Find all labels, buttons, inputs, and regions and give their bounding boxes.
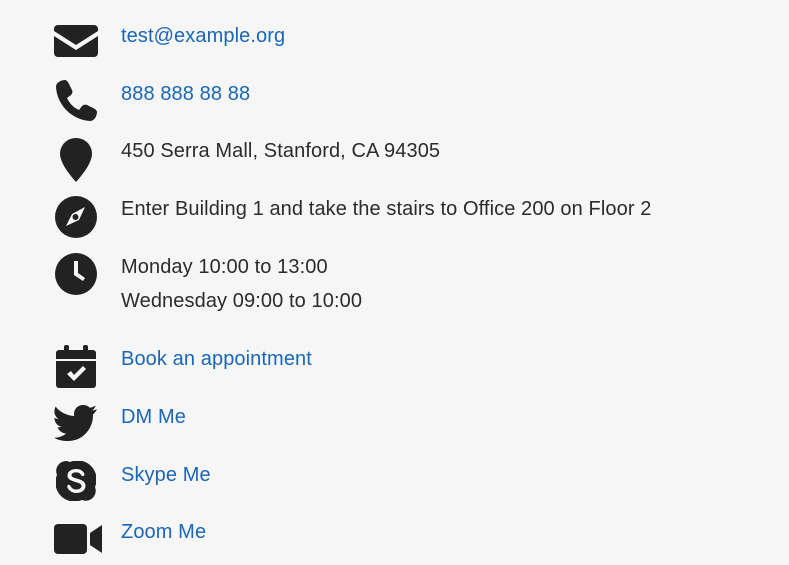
book-appointment-link[interactable]: Book an appointment bbox=[121, 342, 312, 376]
clock-icon bbox=[54, 252, 98, 296]
hours-line-monday: Monday 10:00 to 13:00 bbox=[121, 256, 328, 278]
skype-link[interactable]: Skype Me bbox=[121, 458, 211, 492]
twitter-dm-link[interactable]: DM Me bbox=[121, 400, 186, 434]
envelope-icon bbox=[54, 23, 98, 67]
email-link[interactable]: test@example.org bbox=[121, 19, 285, 53]
zoom-link[interactable]: Zoom Me bbox=[121, 515, 206, 549]
address-text: 450 Serra Mall, Stanford, CA 94305 bbox=[121, 140, 441, 162]
compass-icon bbox=[54, 195, 98, 239]
hours-text: Monday 10:00 to 13:00 Wednesday 09:00 to… bbox=[121, 250, 362, 318]
hours-line-wednesday: Wednesday 09:00 to 10:00 bbox=[121, 290, 363, 312]
directions-text: Enter Building 1 and take the stairs to … bbox=[121, 198, 652, 220]
phone-icon bbox=[54, 79, 98, 123]
map-marker-icon bbox=[60, 138, 104, 182]
phone-link[interactable]: 888 888 88 88 bbox=[121, 77, 250, 111]
calendar-check-icon bbox=[56, 345, 100, 389]
skype-icon bbox=[56, 461, 100, 505]
contact-list: test@example.org 888 888 88 88 450 Serra… bbox=[0, 0, 789, 565]
video-camera-icon bbox=[54, 521, 104, 565]
twitter-icon bbox=[54, 405, 98, 449]
